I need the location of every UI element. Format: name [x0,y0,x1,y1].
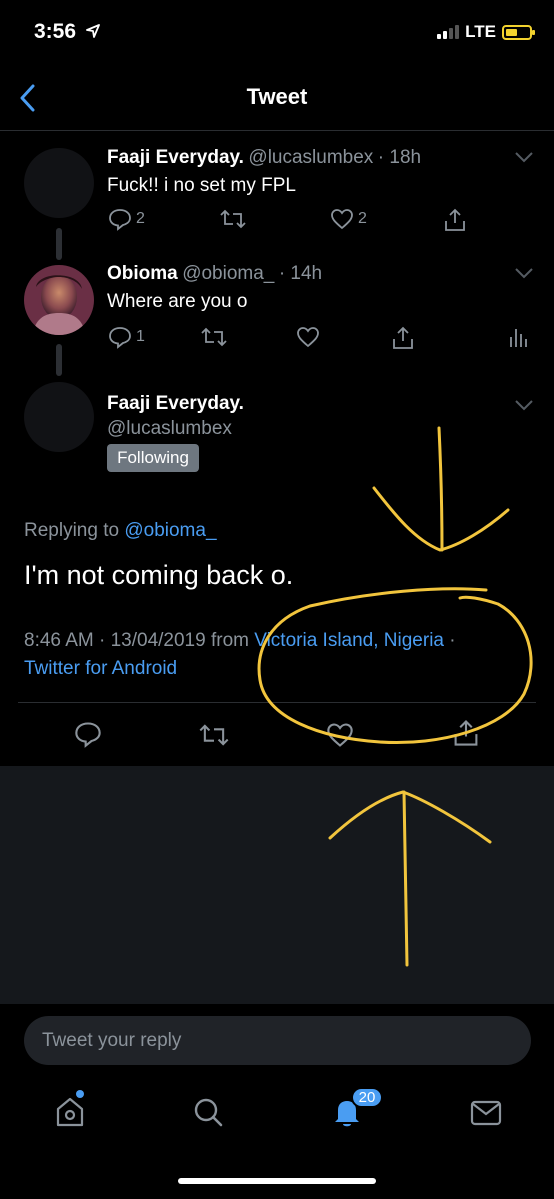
display-name[interactable]: Faaji Everyday. [107,393,244,415]
share-icon[interactable] [452,718,480,748]
clock: 3:56 [34,20,77,43]
share-button[interactable] [391,325,415,351]
avatar[interactable] [24,265,94,335]
chevron-down-icon[interactable] [514,398,534,412]
thread-line [56,228,62,260]
replying-handle-link[interactable]: @obioma_ [124,520,216,541]
heart-icon[interactable] [326,721,354,749]
reply-icon [109,327,131,349]
handle[interactable]: @lucaslumbex [107,418,232,440]
notifications-badge: 20 [351,1087,383,1108]
signal-icon [437,25,460,39]
reply-count: 2 [136,210,145,227]
reply-count: 1 [136,328,145,345]
status-indicators: LTE [437,22,535,42]
like-count: 2 [358,210,367,227]
search-icon[interactable] [192,1096,224,1128]
tweet-text: Where are you o [107,291,248,312]
reply-icon [109,209,131,231]
network-label: LTE [465,22,496,41]
analytics-button[interactable] [508,325,528,349]
reply-input[interactable]: Tweet your reply [24,1016,531,1065]
analytics-icon [510,329,527,347]
handle: @obioma_ [182,263,275,284]
tweet-text: Fuck!! i no set my FPL [107,175,296,196]
retweet-icon[interactable] [198,721,230,749]
reply-placeholder: Tweet your reply [42,1029,182,1051]
avatar[interactable] [24,148,94,218]
reply-icon[interactable] [74,720,102,748]
meta-separator: · [444,630,456,651]
actions-divider [18,702,536,703]
reply-button[interactable]: 2 [108,207,145,231]
share-icon [393,326,413,349]
home-indicator[interactable] [178,1178,376,1184]
display-name[interactable]: Obioma [107,263,178,284]
heart-icon [331,209,353,230]
location-link[interactable]: Victoria Island, Nigeria [254,630,444,651]
reply-button[interactable]: 1 [108,325,145,349]
status-time: 3:56 [34,20,100,44]
tweet-header: Faaji Everyday. @lucaslumbex · 18h [107,147,421,169]
replying-to: Replying to @obioma_ [24,520,217,542]
tweet-header: Obioma @obioma_ · 14h [107,263,322,285]
display-name[interactable]: Faaji Everyday. [107,147,244,168]
nav-divider [0,130,554,131]
share-icon [445,208,465,231]
heart-icon [297,327,319,348]
arrow-down-shaft [437,426,444,552]
mail-icon[interactable] [469,1099,503,1127]
profile-photo [24,265,94,335]
arrow-down-head [372,486,510,552]
share-button[interactable] [443,207,467,233]
following-badge[interactable]: Following [107,444,199,472]
retweet-icon [220,209,246,229]
handle: @lucaslumbex [248,147,374,168]
timestamp: · 14h [278,263,323,284]
new-content-dot [76,1090,84,1098]
tweet-meta: 8:46 AM · 13/04/2019 from Victoria Islan… [24,627,544,683]
thread-line [56,344,62,376]
home-icon[interactable] [54,1095,86,1129]
chevron-down-icon[interactable] [514,266,534,280]
avatar[interactable] [24,382,94,452]
like-button[interactable] [296,325,320,349]
battery-icon [502,24,535,40]
main-tweet-text: I'm not coming back o. [24,560,294,590]
location-arrow-icon [85,24,100,38]
like-button[interactable]: 2 [330,207,367,231]
retweet-button[interactable] [200,325,228,349]
timestamp: · 18h [377,147,422,168]
empty-replies-area [0,766,554,1004]
page-title: Tweet [246,84,308,109]
replying-prefix: Replying to [24,520,120,541]
tweet-timestamp: 8:46 AM · 13/04/2019 from [24,630,249,651]
chevron-down-icon[interactable] [514,150,534,164]
client-link[interactable]: Twitter for Android [24,658,177,679]
retweet-icon [201,327,227,347]
retweet-button[interactable] [219,207,247,231]
